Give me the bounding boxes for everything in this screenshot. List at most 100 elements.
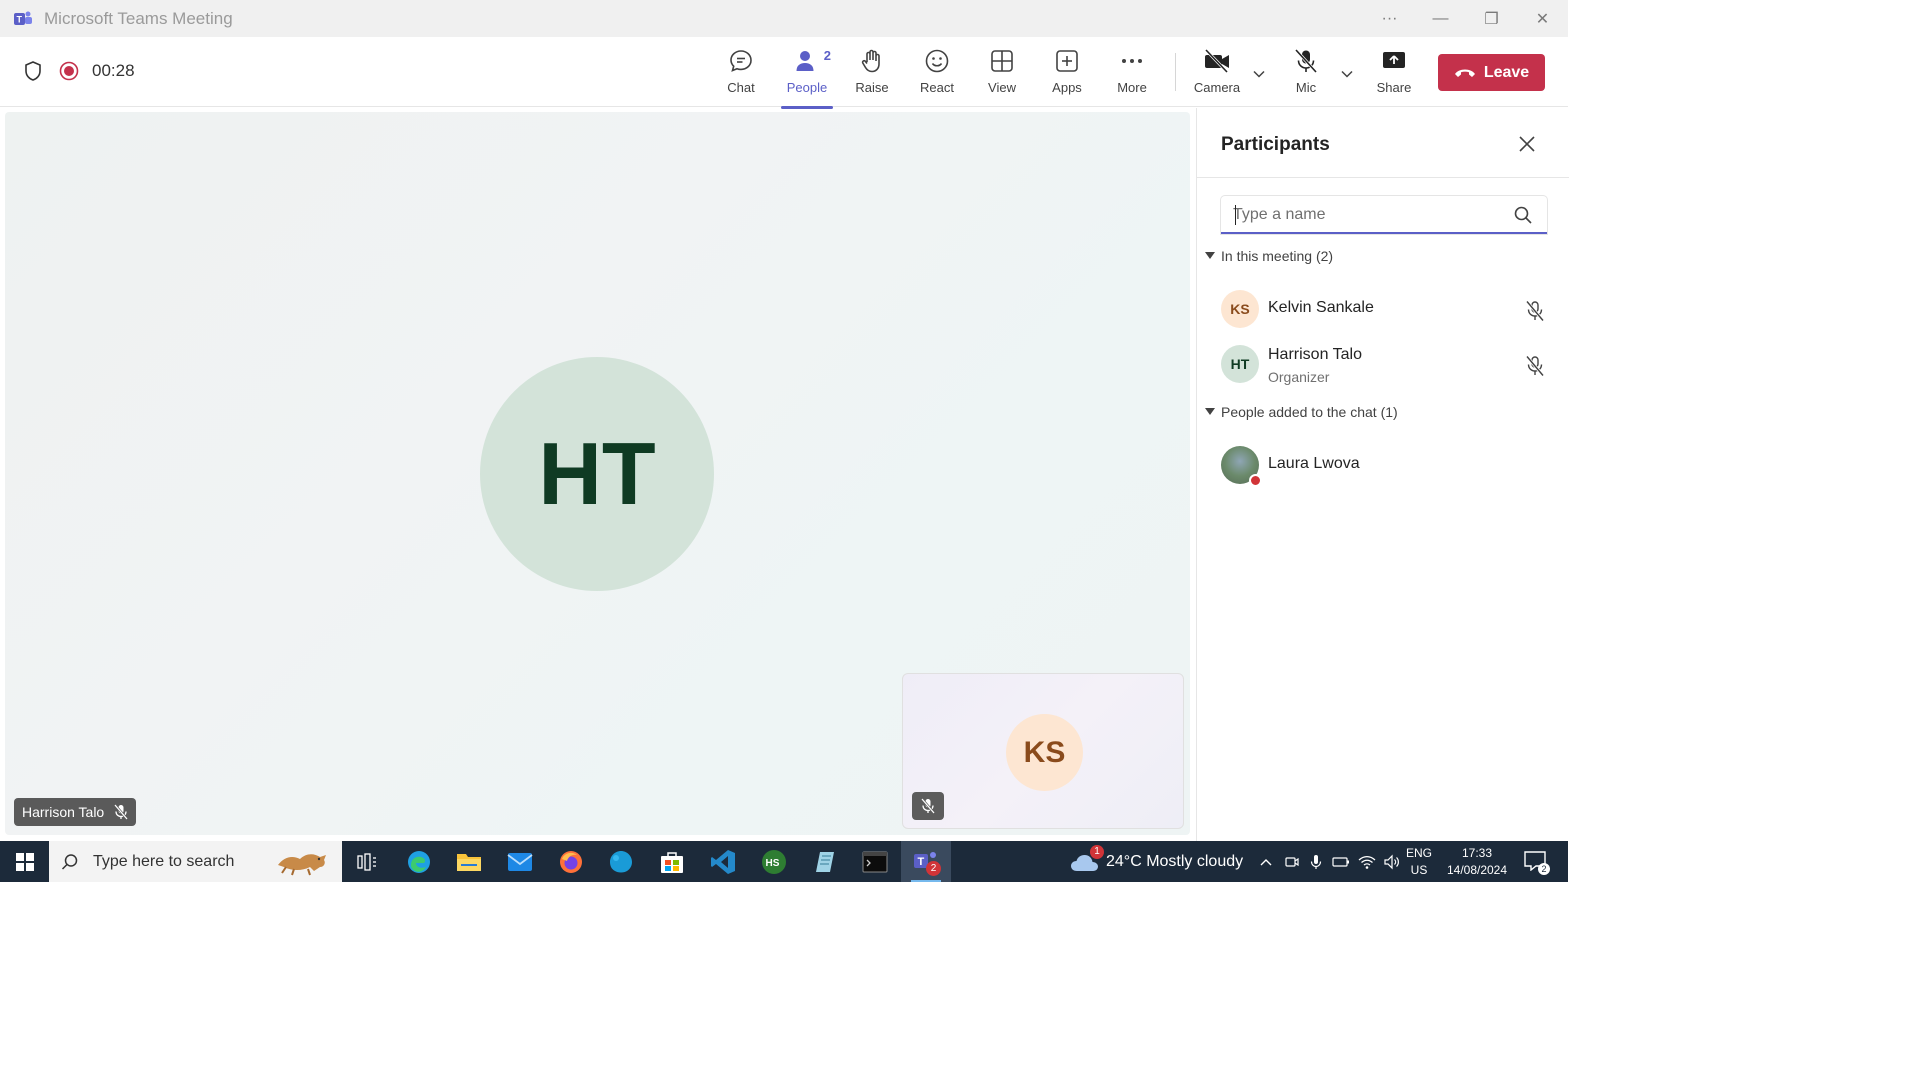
volume-icon[interactable] <box>1384 854 1402 870</box>
share-button[interactable]: Share <box>1366 47 1422 103</box>
leave-button[interactable]: Leave <box>1438 54 1545 91</box>
mail-app[interactable] <box>495 841 545 882</box>
raise-hand-button[interactable]: Raise <box>844 47 900 103</box>
minimize-button[interactable]: — <box>1415 10 1466 28</box>
chat-icon <box>730 50 752 72</box>
raise-label: Raise <box>855 80 889 95</box>
clock[interactable]: 17:33 14/08/2024 <box>1444 841 1510 882</box>
mic-button[interactable]: Mic <box>1278 47 1334 103</box>
more-button[interactable]: More <box>1104 47 1160 103</box>
terminal-icon <box>862 851 888 872</box>
in-meeting-label: In this meeting (2) <box>1221 248 1334 264</box>
camera-button[interactable]: Camera <box>1189 47 1245 103</box>
search-icon <box>61 853 78 870</box>
windows-taskbar: Type here to search HS T 2 1 24°C Mostly… <box>0 841 1568 882</box>
shield-icon[interactable] <box>22 60 44 82</box>
participant-name: Harrison Talo <box>1268 346 1362 363</box>
meet-now-icon[interactable] <box>1284 854 1300 870</box>
skype-app[interactable] <box>596 841 646 882</box>
vscode-icon <box>711 849 735 874</box>
restore-button[interactable]: ❐ <box>1466 9 1517 29</box>
close-window-button[interactable]: ✕ <box>1517 9 1568 29</box>
more-options-icon[interactable]: ··· <box>1364 10 1415 28</box>
terminal-app[interactable] <box>850 841 900 882</box>
participant-name: Laura Lwova <box>1268 455 1360 472</box>
task-view-icon <box>357 852 376 871</box>
teams-app[interactable]: T 2 <box>901 841 951 882</box>
notepad-app[interactable] <box>799 841 849 882</box>
edge-icon <box>408 850 430 873</box>
main-participant-avatar: HT <box>480 357 714 591</box>
raise-hand-icon <box>861 49 880 73</box>
muted-mic-icon <box>921 798 935 814</box>
notification-center-button[interactable]: 2 <box>1524 841 1550 882</box>
chat-label: Chat <box>727 80 755 95</box>
window-controls: ··· — ❐ ✕ <box>1364 0 1568 37</box>
skype-icon <box>610 850 632 872</box>
participant-name: Kelvin Sankale <box>1268 299 1374 316</box>
input-language[interactable]: ENG US <box>1406 841 1432 882</box>
meeting-timer: 00:28 <box>92 61 135 80</box>
apps-button[interactable]: Apps <box>1039 47 1095 103</box>
mic-options-chevron-icon[interactable] <box>1340 67 1354 81</box>
vscode-app[interactable] <box>698 841 748 882</box>
participant-search[interactable] <box>1221 196 1547 234</box>
share-label: Share <box>1376 80 1412 95</box>
title-bar: T Microsoft Teams Meeting ··· — ❐ ✕ <box>0 0 1568 37</box>
grid-view-icon <box>991 50 1013 72</box>
close-icon[interactable] <box>1517 134 1537 154</box>
microphone-in-use-icon[interactable] <box>1308 854 1324 870</box>
search-icon[interactable] <box>1513 205 1533 225</box>
file-explorer-app[interactable] <box>444 841 494 882</box>
in-meeting-section-header[interactable]: In this meeting (2) <box>1205 248 1333 264</box>
leave-label: Leave <box>1483 63 1530 81</box>
start-button[interactable] <box>0 841 49 882</box>
taskbar-search[interactable]: Type here to search <box>49 841 342 882</box>
teams-app-icon: T <box>14 11 32 25</box>
recording-icon <box>59 61 79 81</box>
toolbar-separator <box>1175 53 1176 91</box>
search-highlight-lizard-icon <box>278 854 326 876</box>
muted-mic-icon <box>1525 300 1545 322</box>
participant-role: Organizer <box>1268 369 1330 385</box>
taskbar-search-text: Type here to search <box>93 852 235 870</box>
weather-badge: 1 <box>1090 844 1104 859</box>
chat-button[interactable]: Chat <box>713 47 769 103</box>
weather-widget[interactable]: 1 24°C Mostly cloudy <box>1070 841 1243 882</box>
keyboard-layout: US <box>1410 862 1428 877</box>
mail-icon <box>507 852 533 871</box>
hang-up-icon <box>1454 69 1475 77</box>
participant-row[interactable]: HT Harrison Talo Organizer <box>1221 341 1551 385</box>
edge-app[interactable] <box>394 841 444 882</box>
self-video-tile[interactable]: KS <box>902 673 1184 829</box>
svg-text:T: T <box>17 14 23 24</box>
react-label: React <box>920 80 954 95</box>
react-button[interactable]: React <box>909 47 965 103</box>
participant-name-tag: Harrison Talo <box>14 798 137 826</box>
added-section-header[interactable]: People added to the chat (1) <box>1205 404 1398 420</box>
camera-options-chevron-icon[interactable] <box>1252 67 1266 81</box>
people-label: People <box>786 80 828 95</box>
wifi-icon[interactable] <box>1358 854 1376 870</box>
notification-count: 2 <box>1538 862 1550 875</box>
hs-app[interactable]: HS <box>749 841 799 882</box>
battery-icon[interactable] <box>1332 854 1350 870</box>
store-app[interactable] <box>647 841 697 882</box>
firefox-app[interactable] <box>546 841 596 882</box>
meeting-status: 00:28 <box>22 60 135 82</box>
view-button[interactable]: View <box>974 47 1030 103</box>
text-caret <box>1235 205 1236 225</box>
participant-row[interactable]: Laura Lwova <box>1221 442 1551 487</box>
folder-icon <box>457 853 481 871</box>
camera-label: Camera <box>1193 80 1241 95</box>
search-input[interactable] <box>1233 204 1493 226</box>
muted-mic-icon <box>114 804 129 820</box>
svg-text:T: T <box>918 856 925 868</box>
task-view-button[interactable] <box>342 841 392 882</box>
smiley-icon <box>925 49 949 73</box>
people-button[interactable]: 2 People <box>779 47 835 109</box>
participant-name: Harrison Talo <box>22 804 105 820</box>
participant-row[interactable]: KS Kelvin Sankale <box>1221 286 1551 330</box>
show-hidden-icons-chevron-icon[interactable] <box>1258 854 1274 870</box>
added-label: People added to the chat (1) <box>1221 404 1398 420</box>
